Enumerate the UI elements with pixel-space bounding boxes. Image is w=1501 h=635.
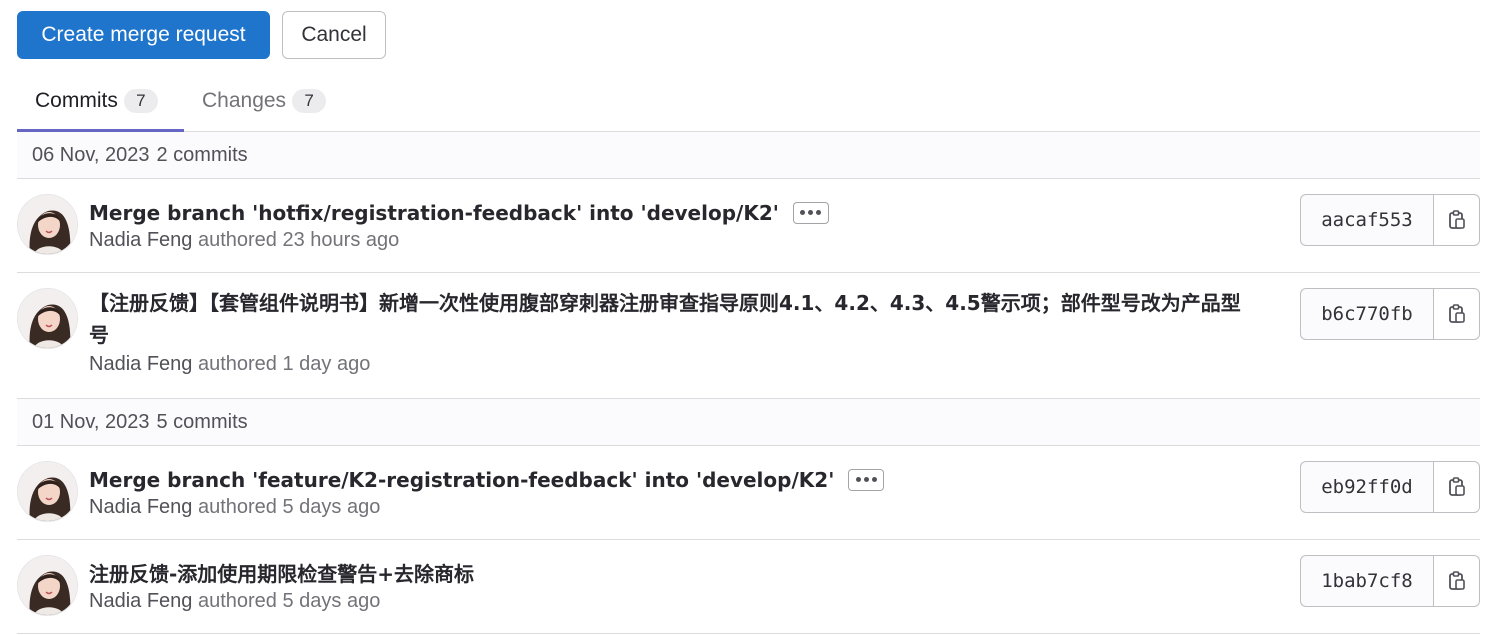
tab-commits[interactable]: Commits 7: [17, 70, 184, 132]
commit-meta: Nadia Feng authored 5 days ago: [89, 590, 380, 613]
avatar[interactable]: [17, 288, 78, 349]
avatar[interactable]: [17, 555, 78, 616]
clipboard-icon[interactable]: [1433, 288, 1480, 340]
day-header: 01 Nov, 2023 5 commits: [17, 399, 1480, 446]
commit-title-link[interactable]: 注册反馈-添加使用期限检查警告+去除商标: [89, 562, 474, 586]
sha-group: 1bab7cf8: [1300, 555, 1480, 607]
commit-author[interactable]: Nadia Feng: [89, 496, 192, 518]
merge-request-commits-page: Create merge request Cancel Commits 7 Ch…: [0, 0, 1501, 635]
day-commit-count: 2 commits: [156, 143, 248, 166]
commit-row: Merge branch 'feature/K2-registration-fe…: [17, 446, 1480, 540]
commit-authored-time: authored 5 days ago: [197, 496, 381, 518]
create-merge-request-button[interactable]: Create merge request: [17, 11, 270, 59]
commit-title: 【注册反馈】【套管组件说明书】新增一次性使用腹部穿刺器注册审查指导原则4.1、4…: [89, 287, 1259, 351]
tab-changes-label: Changes: [202, 88, 287, 112]
commit-author[interactable]: Nadia Feng: [89, 590, 192, 612]
sha-group: eb92ff0d: [1300, 461, 1480, 513]
commit-row: 【注册反馈】【套管组件说明书】新增一次性使用腹部穿刺器注册审查指导原则4.1、4…: [17, 273, 1480, 399]
day-date: 06 Nov, 2023: [32, 143, 150, 166]
commit-title: Merge branch 'feature/K2-registration-fe…: [89, 464, 1259, 496]
commit-sha[interactable]: aacaf553: [1300, 194, 1433, 246]
ellipsis-icon[interactable]: [792, 201, 829, 224]
day-commit-count: 5 commits: [156, 410, 248, 433]
commit-sha[interactable]: eb92ff0d: [1300, 461, 1433, 513]
day-header: 06 Nov, 2023 2 commits: [17, 132, 1480, 179]
clipboard-icon[interactable]: [1433, 194, 1480, 246]
clipboard-icon[interactable]: [1433, 461, 1480, 513]
avatar[interactable]: [17, 461, 78, 522]
tab-changes-count: 7: [292, 88, 327, 113]
sha-group: b6c770fb: [1300, 288, 1480, 340]
commit-authored-time: authored 23 hours ago: [197, 229, 400, 251]
commit-authored-time: authored 5 days ago: [197, 590, 381, 612]
commit-row: 注册反馈-添加使用期限检查警告+去除商标 Nadia Feng authored…: [17, 540, 1480, 634]
commit-author[interactable]: Nadia Feng: [89, 353, 192, 375]
tab-commits-count: 7: [123, 88, 158, 113]
ellipsis-icon[interactable]: [848, 468, 885, 491]
cancel-button[interactable]: Cancel: [282, 11, 386, 59]
commit-title-link[interactable]: Merge branch 'feature/K2-registration-fe…: [89, 468, 834, 492]
commit-authored-time: authored 1 day ago: [197, 353, 371, 375]
tab-bar: Commits 7 Changes 7: [17, 70, 1480, 132]
clipboard-icon[interactable]: [1433, 555, 1480, 607]
commit-title: Merge branch 'hotfix/registration-feedba…: [89, 197, 1259, 229]
commit-meta: Nadia Feng authored 1 day ago: [89, 353, 370, 376]
day-date: 01 Nov, 2023: [32, 410, 150, 433]
action-bar: Create merge request Cancel: [17, 11, 386, 59]
tab-changes[interactable]: Changes 7: [184, 70, 344, 131]
commit-sha[interactable]: 1bab7cf8: [1300, 555, 1433, 607]
commit-title-link[interactable]: Merge branch 'hotfix/registration-feedba…: [89, 201, 779, 225]
commit-title: 注册反馈-添加使用期限检查警告+去除商标: [89, 558, 1259, 590]
avatar[interactable]: [17, 194, 78, 255]
commit-author[interactable]: Nadia Feng: [89, 229, 192, 251]
commit-meta: Nadia Feng authored 23 hours ago: [89, 229, 399, 252]
commit-title-link[interactable]: 【注册反馈】【套管组件说明书】新增一次性使用腹部穿刺器注册审查指导原则4.1、4…: [89, 291, 1241, 347]
tab-commits-label: Commits: [35, 88, 118, 112]
commit-sha[interactable]: b6c770fb: [1300, 288, 1433, 340]
commit-meta: Nadia Feng authored 5 days ago: [89, 496, 380, 519]
sha-group: aacaf553: [1300, 194, 1480, 246]
commit-row: Merge branch 'hotfix/registration-feedba…: [17, 179, 1480, 273]
